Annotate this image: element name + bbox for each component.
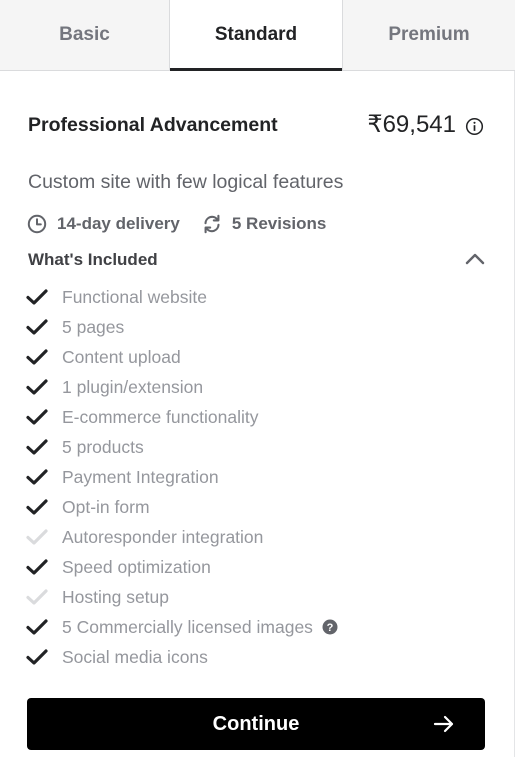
tab-standard[interactable]: Standard (170, 0, 343, 71)
feature-label: 5 Commercially licensed images (62, 616, 313, 637)
revisions-label: 5 Revisions (231, 214, 327, 233)
feature-item: Autoresponder integration (25, 522, 338, 552)
feature-item: 5 Commercially licensed images? (25, 612, 338, 642)
delivery-meta: 14-day delivery 5 Revisions (27, 212, 326, 236)
package-header: Professional Advancement ₹69,541 (28, 110, 486, 142)
arrow-right-icon (433, 715, 454, 733)
package-card: Basic Standard Premium Professional Adva… (0, 0, 515, 757)
continue-button[interactable]: Continue (27, 698, 485, 750)
feature-item: Social media icons (25, 642, 338, 672)
check-icon (26, 439, 48, 455)
check-disabled-icon (26, 589, 48, 605)
tab-basic[interactable]: Basic (0, 0, 170, 70)
feature-label: Opt-in form (62, 496, 150, 517)
check-icon (26, 499, 48, 515)
check-icon (26, 349, 48, 365)
package-tabs: Basic Standard Premium (0, 0, 515, 71)
feature-list: Functional website 5 pages Content upload 1… (25, 282, 338, 672)
included-toggle[interactable]: What's Included (28, 247, 486, 273)
check-icon (26, 469, 48, 485)
continue-label: Continue (212, 712, 300, 735)
feature-label: Functional website (62, 286, 207, 307)
feature-label: 5 products (62, 436, 144, 457)
package-price: ₹69,541 (367, 111, 456, 138)
feature-label: Autoresponder integration (62, 526, 264, 547)
feature-item: Content upload (25, 342, 338, 372)
delivery-time: 14-day delivery (27, 214, 180, 234)
feature-item: 5 pages (25, 312, 338, 342)
feature-label: Social media icons (62, 646, 208, 667)
check-disabled-icon (26, 529, 48, 545)
included-title: What's Included (28, 250, 158, 269)
revisions-count: 5 Revisions (202, 214, 327, 234)
feature-label: Hosting setup (62, 586, 170, 607)
feature-item: Opt-in form (25, 492, 338, 522)
refresh-icon (204, 214, 220, 234)
info-icon[interactable] (465, 117, 484, 136)
chevron-up-icon[interactable] (464, 250, 486, 268)
feature-item: Speed optimization (25, 552, 338, 582)
feature-item: 5 products (25, 432, 338, 462)
help-icon[interactable]: ? (322, 619, 338, 635)
check-icon (26, 619, 48, 635)
feature-label: Content upload (62, 346, 181, 367)
feature-label: E-commerce functionality (62, 406, 259, 427)
check-icon (26, 289, 48, 305)
check-icon (26, 409, 48, 425)
feature-item: 1 plugin/extension (25, 372, 338, 402)
feature-label: Speed optimization (62, 556, 211, 577)
tab-premium[interactable]: Premium (343, 0, 515, 70)
svg-text:?: ? (327, 622, 334, 634)
feature-item: Payment Integration (25, 462, 338, 492)
feature-item: Hosting setup (25, 582, 338, 612)
check-icon (26, 649, 48, 665)
check-icon (26, 559, 48, 575)
delivery-label: 14-day delivery (57, 214, 180, 233)
check-icon (26, 319, 48, 335)
feature-item: E-commerce functionality (25, 402, 338, 432)
clock-icon (27, 214, 47, 234)
check-icon (26, 379, 48, 395)
feature-item: Functional website (25, 282, 338, 312)
package-title: Professional Advancement (28, 114, 278, 136)
feature-label: 1 plugin/extension (62, 376, 204, 397)
feature-label: Payment Integration (62, 466, 219, 487)
feature-label: 5 pages (62, 316, 125, 337)
package-description: Custom site with few logical features (28, 171, 344, 193)
